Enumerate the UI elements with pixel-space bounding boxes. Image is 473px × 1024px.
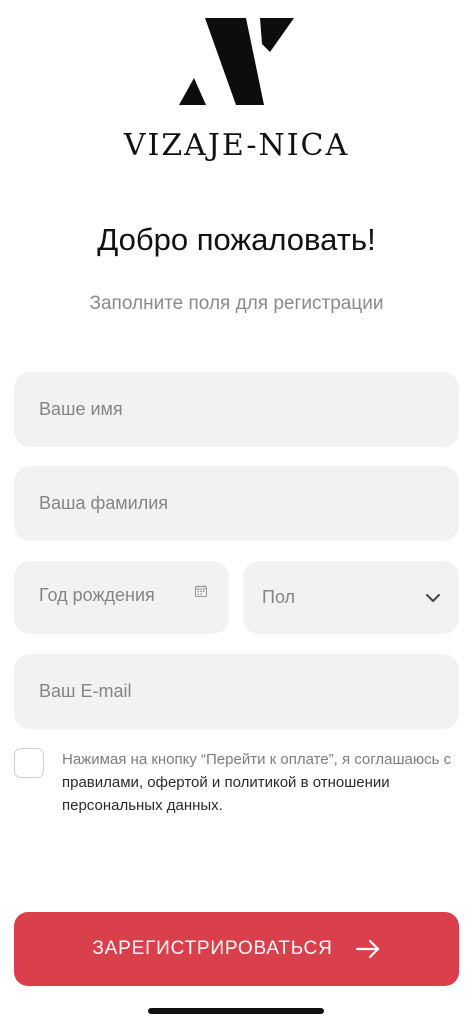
page-subtitle: Заполните поля для регистрации: [89, 293, 384, 314]
email-field[interactable]: [14, 654, 459, 729]
consent-policy-link[interactable]: правилами, офертой и политикой в отношен…: [62, 774, 390, 814]
home-indicator[interactable]: [148, 1008, 324, 1014]
last-name-field[interactable]: [14, 466, 459, 541]
gender-select[interactable]: Пол: [243, 561, 459, 634]
register-button-label: ЗАРЕГИСТРИРОВАТЬСЯ: [92, 938, 333, 959]
arrow-right-icon: [355, 939, 379, 959]
first-name-field[interactable]: [14, 372, 459, 447]
gender-select-value: Пол: [262, 587, 296, 607]
first-name-input[interactable]: [39, 399, 459, 420]
v-monogram-logo-icon: [179, 18, 294, 105]
consent-text: Нажимая на кнопку “Перейти к оплате”, я …: [62, 748, 462, 817]
consent-checkbox[interactable]: [14, 748, 44, 778]
birth-year-field[interactable]: [14, 561, 229, 634]
consent-text-intro: Нажимая на кнопку “Перейти к оплате”, я …: [62, 751, 452, 768]
last-name-input[interactable]: [39, 493, 459, 514]
calendar-icon[interactable]: [195, 585, 207, 597]
brand-name: VIZAJE-NICA: [123, 128, 350, 163]
chevron-down-icon: [426, 593, 440, 602]
register-button[interactable]: ЗАРЕГИСТРИРОВАТЬСЯ: [14, 912, 459, 986]
brand-logo: VIZAJE-NICA: [0, 12, 473, 163]
email-input[interactable]: [39, 681, 459, 702]
page-title: Добро пожаловать!: [97, 222, 376, 257]
